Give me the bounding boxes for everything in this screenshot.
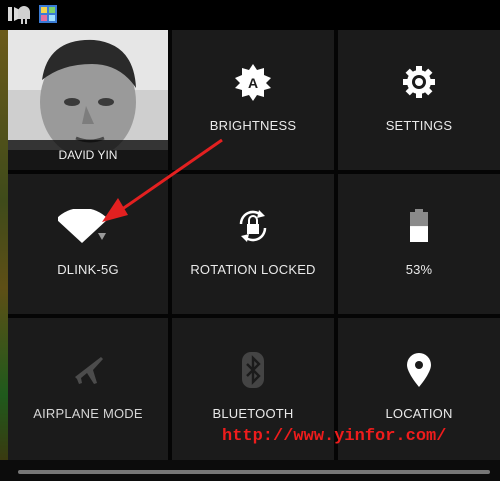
- wifi-icon: [8, 206, 168, 246]
- rotation-tile[interactable]: ROTATION LOCKED: [172, 174, 334, 314]
- watermark-url: http://www.yinfor.com/: [222, 427, 447, 446]
- airplane-tile[interactable]: AIRPLANE MODE: [8, 318, 168, 460]
- wallpaper-edge: [0, 30, 8, 460]
- user-name: DAVID YIN: [8, 140, 168, 170]
- brightness-tile[interactable]: A BRIGHTNESS: [172, 30, 334, 170]
- battery-tile[interactable]: 53%: [338, 174, 500, 314]
- app-icon: [38, 4, 58, 24]
- airplane-label: AIRPLANE MODE: [33, 406, 143, 421]
- bluetooth-label: BLUETOOTH: [212, 406, 294, 421]
- gear-icon: [338, 62, 500, 102]
- quick-settings-panel: DAVID YIN A BRIGHTNESS SETTINGS DLINK-5G…: [8, 30, 500, 460]
- battery-icon: [338, 206, 500, 246]
- brightness-auto-icon: A: [172, 62, 334, 102]
- battery-label: 53%: [405, 262, 433, 277]
- status-bar: [0, 0, 500, 30]
- location-pin-icon: [338, 350, 500, 390]
- brightness-label: BRIGHTNESS: [209, 118, 297, 133]
- user-tile[interactable]: DAVID YIN: [8, 30, 168, 170]
- rotation-lock-icon: [172, 206, 334, 246]
- svg-text:A: A: [248, 75, 258, 91]
- settings-tile[interactable]: SETTINGS: [338, 30, 500, 170]
- scrollbar[interactable]: [18, 470, 490, 474]
- airplane-icon: [8, 350, 168, 390]
- settings-label: SETTINGS: [385, 118, 453, 133]
- wifi-label: DLINK-5G: [57, 262, 119, 277]
- android-icon: [14, 4, 34, 24]
- rotation-label: ROTATION LOCKED: [190, 262, 316, 277]
- wifi-tile[interactable]: DLINK-5G: [8, 174, 168, 314]
- location-label: LOCATION: [385, 406, 453, 421]
- bluetooth-icon: [172, 350, 334, 390]
